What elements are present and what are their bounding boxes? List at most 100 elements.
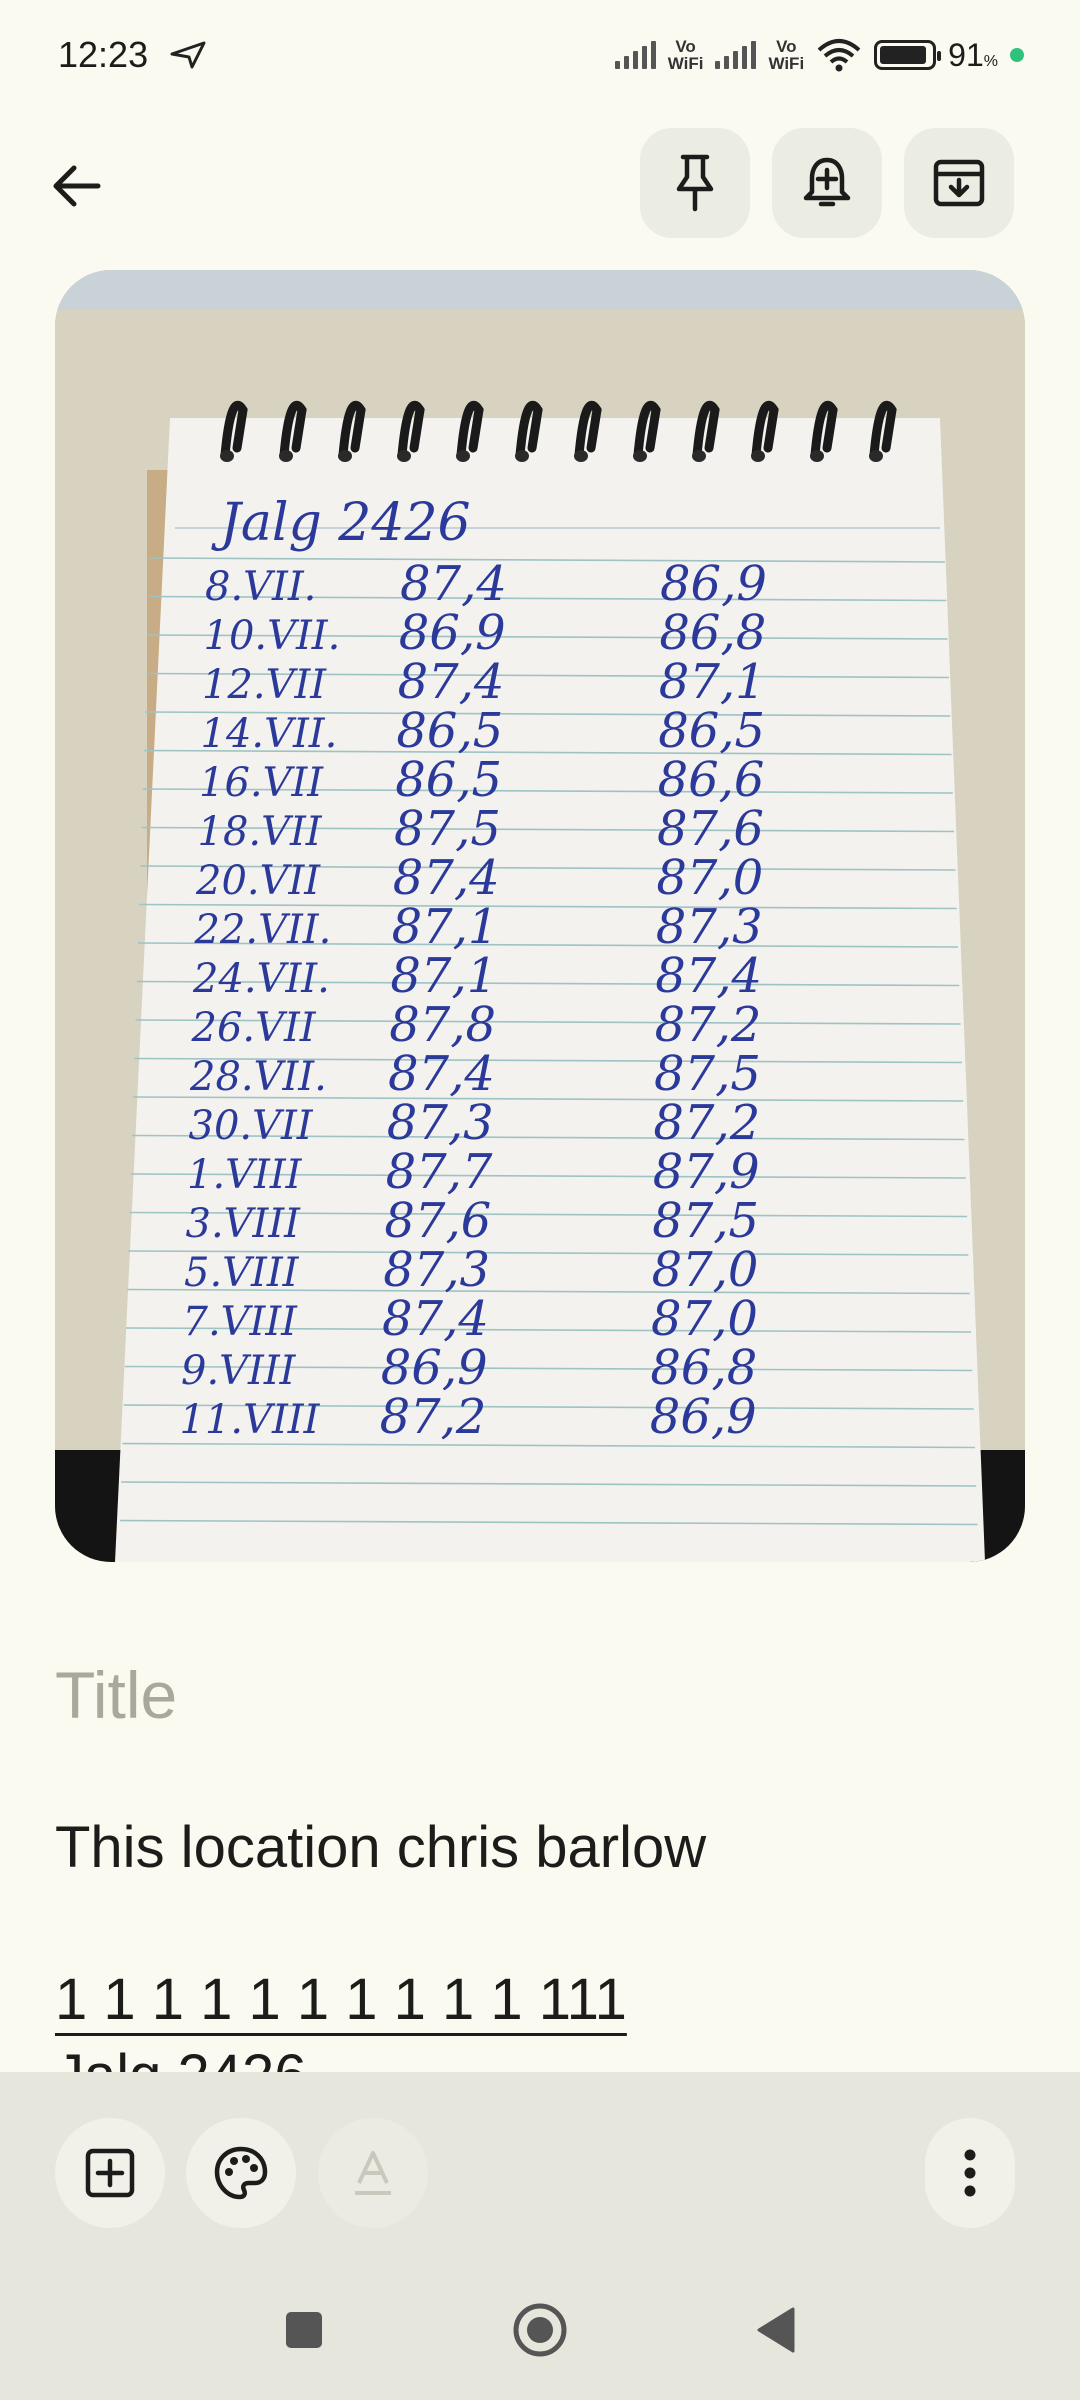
vowifi-label: Vo WiFi	[667, 37, 704, 73]
handwritten-value: 87,6	[657, 801, 764, 857]
palette-icon	[214, 2146, 268, 2200]
handwritten-value: 87,3	[387, 1095, 494, 1151]
ring-hole	[751, 450, 765, 462]
handwritten-value: 86,9	[650, 1389, 757, 1445]
battery-percent: 91%	[948, 36, 998, 73]
handwritten-value: 87,0	[656, 850, 763, 906]
handwritten-value: 87,4	[382, 1291, 489, 1347]
handwritten-date: 14.VII.	[201, 711, 338, 757]
handwritten-value: 87,3	[656, 899, 763, 955]
handwritten-date: 1.VIII	[187, 1152, 303, 1198]
signal-icon-2	[715, 41, 757, 69]
handwritten-value: 86,6	[658, 752, 765, 808]
handwritten-date: 5.VIII	[184, 1250, 300, 1296]
battery-icon	[874, 40, 942, 70]
handwritten-date: 30.VII	[189, 1103, 314, 1149]
reminder-button[interactable]	[772, 128, 882, 238]
handwritten-value: 87,2	[653, 1095, 760, 1151]
notepad-photo: Jalg 2426 8.VII. 87,4 86,910.VII. 86,9 86,81…	[55, 270, 1025, 1562]
handwritten-date: 20.VII	[195, 858, 321, 904]
triangle-back-icon	[757, 2307, 795, 2353]
more-options-button[interactable]	[925, 2118, 1015, 2228]
handwritten-value: 86,5	[658, 703, 765, 759]
title-input[interactable]	[55, 1650, 1025, 1740]
handwritten-value: 87,7	[386, 1144, 493, 1200]
handwritten-value: 87,5	[394, 801, 501, 857]
ring-hole	[810, 450, 824, 462]
handwritten-date: 12.VII	[202, 662, 327, 708]
pin-button[interactable]	[640, 128, 750, 238]
note-image[interactable]: Jalg 2426 8.VII. 87,4 86,9 10.VII. 86,9 86,8 1…	[55, 270, 1025, 1562]
handwritten-date: 3.VIII	[186, 1201, 302, 1247]
handwritten-value: 86,8	[659, 605, 766, 661]
handwritten-date: 18.VII	[198, 809, 323, 855]
ring-hole	[456, 450, 470, 462]
handwritten-value: 87,8	[389, 997, 496, 1053]
handwritten-value: 86,5	[395, 752, 502, 808]
note-body[interactable]: This location chris barlow 1 1 1 1 1 1 1…	[55, 1810, 1025, 2114]
handwritten-value: 87,4	[655, 948, 762, 1004]
handwritten-date: 8.VII.	[205, 564, 316, 610]
handwritten-value: 87,3	[383, 1242, 490, 1298]
handwritten-value: 87,0	[652, 1242, 759, 1298]
more-vert-icon	[964, 2149, 976, 2197]
handwritten-value: 87,1	[390, 948, 497, 1004]
system-navigation-bar	[0, 2260, 1080, 2400]
handwritten-value: 87,4	[393, 850, 500, 906]
ring-hole	[515, 450, 529, 462]
home-button[interactable]	[498, 2288, 582, 2372]
handwritten-value: 87,1	[392, 899, 499, 955]
handwritten-value: 86,9	[399, 605, 506, 661]
add-content-button[interactable]	[55, 2118, 165, 2228]
status-bar: 12:23 Vo WiFi Vo WiFi 91%	[0, 0, 1080, 110]
text-format-icon	[355, 2151, 391, 2195]
handwritten-value: 86,5	[396, 703, 503, 759]
handwritten-value: 87,4	[398, 654, 505, 710]
handwritten-date: 24.VII.	[192, 956, 330, 1002]
handwritten-date: 16.VII	[199, 760, 324, 806]
handwritten-date: 28.VII.	[189, 1054, 327, 1100]
arrow-left-icon	[53, 165, 101, 207]
handwritten-value: 87,4	[388, 1046, 495, 1102]
handwritten-date: 22.VII.	[194, 907, 332, 953]
vowifi-label-2: Vo WiFi	[768, 37, 805, 73]
archive-button[interactable]	[904, 128, 1014, 238]
ring-hole	[220, 450, 234, 462]
handwritten-value: 86,9	[381, 1340, 488, 1396]
status-time: 12:23	[58, 34, 149, 75]
handwritten-value: 87,4	[400, 556, 507, 612]
note-checklist-line: 1 1 1 1 1 1 1 1 1 1 111	[55, 1967, 627, 2032]
back-button[interactable]	[40, 150, 112, 222]
handwritten-value: 87,0	[651, 1291, 758, 1347]
top-app-bar	[0, 128, 1080, 238]
note-text-line: This location chris barlow	[55, 1815, 707, 1880]
ring-hole	[397, 450, 411, 462]
location-arrow-icon	[170, 41, 206, 69]
handwritten-value: 87,5	[654, 1046, 761, 1102]
recents-button[interactable]	[262, 2288, 346, 2372]
nav-back-button[interactable]	[734, 2288, 818, 2372]
wifi-icon	[817, 39, 861, 72]
handwritten-date: 11.VIII	[180, 1397, 321, 1443]
privacy-indicator-dot	[1010, 48, 1024, 62]
handwritten-value: 86,8	[650, 1340, 757, 1396]
signal-icon	[614, 41, 656, 69]
color-palette-button[interactable]	[186, 2118, 296, 2228]
handwritten-value: 87,5	[652, 1193, 759, 1249]
ring-hole	[633, 450, 647, 462]
square-icon	[286, 2312, 322, 2348]
handwritten-value: 86,9	[660, 556, 767, 612]
ring-hole	[279, 450, 293, 462]
handwritten-value: 87,2	[380, 1389, 487, 1445]
text-format-button[interactable]	[318, 2118, 428, 2228]
pin-icon	[676, 154, 714, 212]
notepad-header: Jalg 2426	[211, 493, 471, 553]
ring-hole	[338, 450, 352, 462]
bell-plus-icon	[803, 157, 851, 207]
handwritten-date: 7.VIII	[183, 1299, 299, 1345]
handwritten-date: 26.VII	[191, 1005, 317, 1051]
ring-hole	[692, 450, 706, 462]
ring-hole	[869, 450, 883, 462]
handwritten-value: 87,1	[659, 654, 766, 710]
handwritten-value: 87,9	[653, 1144, 760, 1200]
